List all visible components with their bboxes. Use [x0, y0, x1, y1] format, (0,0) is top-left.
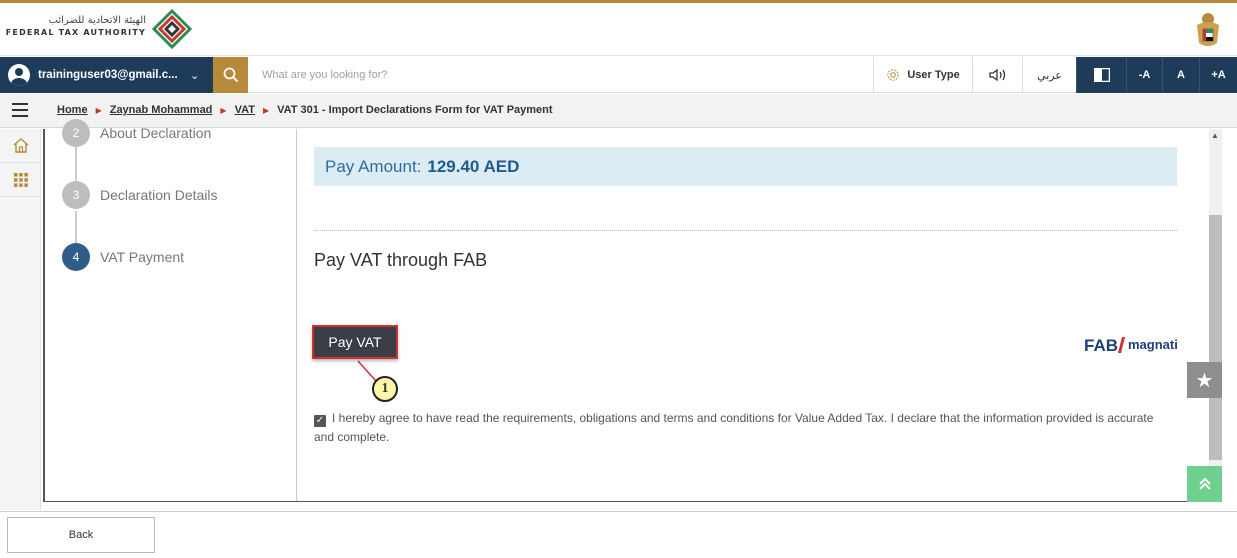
- scroll-up-arrow-icon[interactable]: ▲: [1211, 131, 1219, 140]
- user-type-button[interactable]: User Type: [873, 57, 972, 93]
- step-number: 3: [62, 181, 90, 209]
- search-input[interactable]: [250, 61, 870, 89]
- site-header: الهيئة الاتحادية للضرائب FEDERAL TAX AUT…: [0, 3, 1237, 56]
- step-navigator: 2 About Declaration 3 Declaration Detail…: [45, 119, 297, 501]
- arabic-language-button[interactable]: عربي: [1022, 57, 1076, 93]
- contrast-icon: [1093, 68, 1110, 82]
- logo-arabic-text: الهيئة الاتحادية للضرائب: [48, 15, 146, 26]
- breadcrumb-home[interactable]: Home: [57, 104, 88, 116]
- step-number: 4: [62, 243, 90, 271]
- search-button[interactable]: [213, 57, 248, 93]
- breadcrumb-vat[interactable]: VAT: [235, 104, 255, 116]
- search-icon: [223, 67, 238, 83]
- font-normal-button[interactable]: A: [1162, 57, 1199, 93]
- logo-english-text: FEDERAL TAX AUTHORITY: [5, 28, 146, 37]
- step-number: 2: [62, 119, 90, 147]
- step-about-declaration[interactable]: 2 About Declaration: [62, 119, 211, 147]
- step-vat-payment[interactable]: 4 VAT Payment: [62, 243, 184, 271]
- content-scrollbar[interactable]: ▲: [1209, 129, 1222, 502]
- double-chevron-up-icon: [1198, 477, 1211, 490]
- chevron-down-icon: ⌄: [190, 69, 200, 82]
- pay-amount-label: Pay Amount:: [325, 156, 422, 176]
- agreement-row: ✓ I hereby agree to have read the require…: [314, 409, 1174, 447]
- fta-logo-text[interactable]: الهيئة الاتحادية للضرائب FEDERAL TAX AUT…: [4, 15, 146, 39]
- form-footer: Back: [0, 511, 1237, 558]
- pay-section-title: Pay VAT through FAB: [314, 250, 488, 270]
- rail-home-button[interactable]: [0, 129, 41, 163]
- gear-icon: [887, 69, 900, 81]
- font-increase-button[interactable]: +A: [1199, 57, 1237, 93]
- step-declaration-details[interactable]: 3 Declaration Details: [62, 181, 218, 209]
- agreement-text: I hereby agree to have read the requirem…: [314, 411, 1154, 444]
- menu-icon[interactable]: [12, 103, 28, 117]
- user-avatar-icon: [8, 64, 30, 86]
- apps-grid-icon: [13, 172, 28, 187]
- breadcrumb: Home ▶ Zaynab Mohammad ▶ VAT ▶ VAT 301 -…: [57, 104, 553, 116]
- pay-amount-value: 129.40 AED: [427, 156, 520, 176]
- breadcrumb-user[interactable]: Zaynab Mohammad: [110, 104, 213, 116]
- step-callout-badge: 1: [372, 376, 398, 402]
- step-label: VAT Payment: [100, 249, 185, 265]
- scrollbar-thumb[interactable]: [1209, 215, 1222, 460]
- step-connector: [75, 211, 77, 243]
- uae-emblem-icon: [1197, 13, 1219, 46]
- pay-amount-banner: Pay Amount: 129.40 AED: [314, 147, 1177, 186]
- speaker-icon: [988, 68, 1005, 82]
- breadcrumb-separator-icon: ▶: [262, 105, 270, 115]
- step-label: Declaration Details: [100, 187, 218, 203]
- font-decrease-button[interactable]: -A: [1126, 57, 1162, 93]
- pay-vat-button[interactable]: Pay VAT: [312, 325, 398, 359]
- main-frame: 2 About Declaration 3 Declaration Detail…: [43, 119, 1209, 502]
- section-divider: [314, 230, 1177, 231]
- rail-apps-button[interactable]: [0, 163, 41, 197]
- fta-logo-icon[interactable]: [150, 7, 194, 51]
- contrast-toggle-button[interactable]: [1076, 57, 1126, 93]
- screen-reader-button[interactable]: [972, 57, 1022, 93]
- star-icon: ★: [1195, 369, 1214, 392]
- side-rail: [0, 129, 41, 510]
- favorite-button[interactable]: ★: [1187, 362, 1222, 398]
- scroll-to-top-button[interactable]: [1187, 466, 1222, 502]
- breadcrumb-separator-icon: ▶: [95, 105, 102, 115]
- fab-magnati-logo: FAB magnati: [1084, 336, 1178, 355]
- user-type-label: User Type: [907, 69, 960, 81]
- agreement-checkbox[interactable]: ✓: [314, 415, 326, 427]
- top-toolbar: traininguser03@gmail.c... ⌄ User Type عر…: [0, 57, 1237, 93]
- user-email: traininguser03@gmail.c...: [38, 69, 178, 81]
- payment-content: Pay Amount: 129.40 AED Pay VAT through F…: [298, 129, 1190, 501]
- magnati-logo-text: magnati: [1128, 337, 1178, 352]
- step-label: About Declaration: [100, 125, 212, 141]
- fab-logo-text: FAB: [1084, 336, 1118, 355]
- user-account-dropdown[interactable]: traininguser03@gmail.c... ⌄: [0, 57, 213, 93]
- breadcrumb-current: VAT 301 - Import Declarations Form for V…: [277, 104, 553, 116]
- home-icon: [13, 138, 28, 153]
- back-button[interactable]: Back: [7, 517, 155, 553]
- breadcrumb-separator-icon: ▶: [220, 105, 227, 115]
